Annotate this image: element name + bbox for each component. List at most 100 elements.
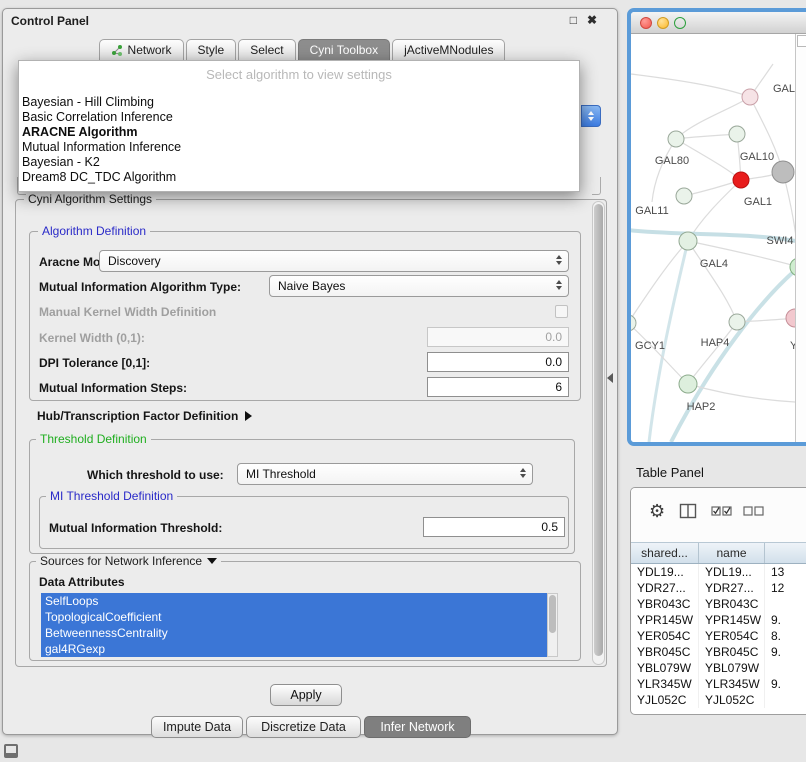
selected-value: Discovery	[108, 254, 550, 268]
cell-shared: YBR043C	[631, 596, 699, 612]
table-row[interactable]: YBL079W YBL079W	[631, 660, 806, 676]
tab-style[interactable]: Style	[186, 39, 237, 60]
network-node[interactable]	[679, 375, 697, 393]
close-button[interactable]	[640, 17, 652, 29]
table-row[interactable]: YLR345W YLR345W 9.	[631, 676, 806, 692]
algorithm-option[interactable]: Bayesian - K2	[19, 155, 579, 170]
attribute-item[interactable]: gal4RGexp	[41, 641, 547, 657]
network-window-titlebar	[631, 12, 806, 34]
float-window-icon[interactable]: □	[570, 13, 577, 27]
node-label: GAL1	[744, 196, 772, 208]
network-node[interactable]	[772, 161, 794, 183]
columns-icon[interactable]	[679, 502, 697, 525]
chevron-updown-icon	[556, 255, 562, 265]
settings-scrollbar[interactable]	[592, 201, 605, 665]
chevron-right-icon	[245, 411, 252, 421]
minimized-panel-icon[interactable]	[4, 744, 18, 758]
algorithm-option[interactable]: Bayesian - Hill Climbing	[19, 95, 579, 110]
tab-network[interactable]: Network	[99, 39, 184, 60]
tab-impute-data[interactable]: Impute Data	[151, 716, 243, 738]
select-all-icon[interactable]	[711, 504, 733, 523]
sources-toggle[interactable]: Sources for Network Inference	[36, 554, 221, 568]
cell-shared: YPR145W	[631, 612, 699, 628]
zoom-button[interactable]	[674, 17, 686, 29]
table-row[interactable]: YJL052C YJL052C	[631, 692, 806, 708]
tab-label: Network	[128, 43, 172, 57]
table-row[interactable]: YPR145W YPR145W 9.	[631, 612, 806, 628]
scrollbar-button[interactable]	[797, 35, 806, 47]
column-header-name[interactable]: name	[699, 543, 765, 563]
network-node[interactable]	[668, 131, 684, 147]
network-canvas[interactable]: GAL GAL80 GAL10 GAL11 GAL1 SWI4 GAL4 GCY…	[631, 34, 806, 442]
table-row[interactable]: YBR043C YBR043C	[631, 596, 806, 612]
cell-shared: YJL052C	[631, 692, 699, 708]
hub-section-label: Hub/Transcription Factor Definition	[37, 409, 238, 423]
scrollbar-thumb[interactable]	[549, 595, 556, 633]
table-row[interactable]: YER054C YER054C 8.	[631, 628, 806, 644]
settings-gear-icon[interactable]: ⚙	[649, 502, 665, 520]
panel-collapse-handle[interactable]	[607, 373, 613, 383]
attribute-list-scrollbar[interactable]	[547, 593, 558, 657]
algorithm-dropdown-popup: Select algorithm to view settings Bayesi…	[18, 60, 580, 192]
minimize-button[interactable]	[657, 17, 669, 29]
kernel-width-input[interactable]: 0.0	[427, 327, 569, 347]
network-icon	[111, 44, 123, 56]
close-window-icon[interactable]: ✖	[587, 13, 597, 27]
network-node[interactable]	[729, 314, 745, 330]
mi-threshold-input[interactable]: 0.5	[423, 517, 565, 537]
algorithm-option-selected[interactable]: ARACNE Algorithm	[19, 125, 579, 140]
tab-select[interactable]: Select	[238, 39, 295, 60]
node-label: GAL11	[635, 205, 668, 217]
hub-section-toggle[interactable]: Hub/Transcription Factor Definition	[37, 409, 252, 423]
tab-cyni-toolbox[interactable]: Cyni Toolbox	[298, 39, 390, 60]
tab-jactivemnodules[interactable]: jActiveMNodules	[392, 39, 505, 60]
tab-label: Cyni Toolbox	[310, 43, 378, 57]
mi-type-select[interactable]: Naive Bayes	[269, 275, 569, 297]
column-header-extra[interactable]	[765, 543, 806, 563]
column-header-shared[interactable]: shared...	[631, 543, 699, 563]
node-label: HAP2	[687, 401, 716, 413]
chevron-updown-icon	[520, 468, 526, 478]
triangle-down-icon	[207, 558, 217, 564]
cell-name: YDR27...	[699, 580, 765, 596]
deselect-all-icon[interactable]	[743, 504, 765, 523]
tab-discretize-data[interactable]: Discretize Data	[246, 716, 361, 738]
chevron-updown-icon	[556, 280, 562, 290]
manual-kernel-checkbox[interactable]	[555, 305, 568, 318]
cell-extra: 8.	[765, 628, 806, 644]
table-toolbar: ⚙	[631, 488, 806, 542]
network-node[interactable]	[729, 126, 745, 142]
apply-button[interactable]: Apply	[270, 684, 342, 706]
scrollbar-thumb[interactable]	[594, 204, 603, 656]
tab-label: Impute Data	[163, 720, 231, 734]
table-row[interactable]: YBR045C YBR045C 9.	[631, 644, 806, 660]
table-row[interactable]: YDL19... YDL19... 13	[631, 564, 806, 580]
cell-shared: YER054C	[631, 628, 699, 644]
node-label: GCY1	[635, 340, 665, 352]
algorithm-option[interactable]: Dream8 DC_TDC Algorithm	[19, 170, 579, 185]
network-node[interactable]	[679, 232, 697, 250]
attribute-item[interactable]: BetweennessCentrality	[41, 625, 547, 641]
network-node[interactable]	[733, 172, 749, 188]
tab-label: Style	[198, 43, 225, 57]
network-node[interactable]	[742, 89, 758, 105]
tab-infer-network[interactable]: Infer Network	[364, 716, 471, 738]
cell-extra	[765, 596, 806, 612]
network-scrollbar[interactable]	[795, 34, 806, 442]
algorithm-option[interactable]: Basic Correlation Inference	[19, 110, 579, 125]
which-threshold-select[interactable]: MI Threshold	[237, 463, 533, 485]
algorithm-option[interactable]: Mutual Information Inference	[19, 140, 579, 155]
network-node[interactable]	[676, 188, 692, 204]
network-node[interactable]	[631, 315, 636, 331]
attribute-item[interactable]: TopologicalCoefficient	[41, 609, 547, 625]
tab-label: Select	[250, 43, 283, 57]
attribute-item[interactable]: SelfLoops	[41, 593, 547, 609]
dpi-tolerance-input[interactable]: 0.0	[427, 352, 569, 372]
mi-steps-input[interactable]: 6	[427, 377, 569, 397]
network-node[interactable]	[786, 309, 795, 327]
algorithm-combobox-button[interactable]	[581, 105, 601, 127]
aracne-mode-select[interactable]: Discovery	[99, 250, 569, 272]
mi-type-label: Mutual Information Algorithm Type:	[39, 280, 241, 294]
network-view-window: GAL GAL80 GAL10 GAL11 GAL1 SWI4 GAL4 GCY…	[627, 8, 806, 446]
table-row[interactable]: YDR27... YDR27... 12	[631, 580, 806, 596]
